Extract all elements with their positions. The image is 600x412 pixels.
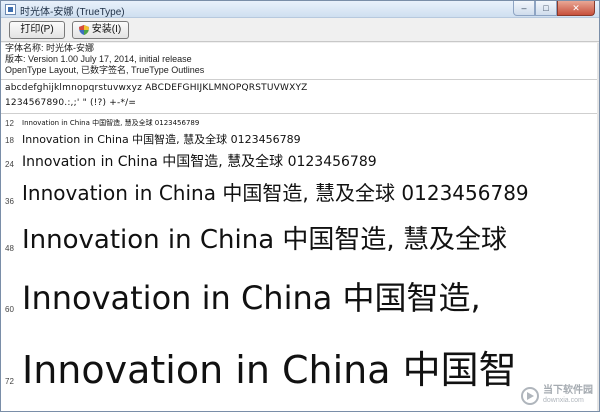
divider: [1, 79, 599, 80]
font-name-line: 字体名称: 时光体-安娜: [5, 43, 94, 53]
font-preview-area[interactable]: 字体名称: 时光体-安娜 版本: Version 1.00 July 17, 2…: [1, 43, 599, 411]
font-viewer-window: 时光体-安娜 (TrueType) – □ ✕ 打印(P) 安装(I) 字体名称…: [0, 0, 600, 412]
sample-text: Innovation in China 中国智: [22, 348, 517, 392]
sample-text: Innovation in China 中国智造, 慧及全球 012345678…: [22, 119, 200, 127]
sample-row-48: 48 Innovation in China 中国智造, 慧及全球: [1, 219, 599, 263]
watermark-url: downxia.com: [543, 397, 584, 404]
watermark-text: 当下软件园: [543, 385, 593, 396]
sample-row-60: 60 Innovation in China 中国智造,: [1, 273, 599, 327]
divider: [1, 113, 599, 114]
sample-row-24: 24 Innovation in China 中国智造, 慧及全球 012345…: [1, 151, 599, 175]
sample-text: Innovation in China 中国智造, 慧及全球 012345678…: [22, 154, 377, 170]
sample-size-label: 48: [5, 244, 14, 253]
close-button[interactable]: ✕: [557, 1, 595, 16]
font-file-icon: [5, 4, 16, 15]
uac-shield-icon: [79, 25, 89, 35]
sample-text: Innovation in China 中国智造, 慧及全球 012345678…: [22, 133, 301, 146]
window-title: 时光体-安娜 (TrueType): [20, 7, 125, 18]
install-button[interactable]: 安装(I): [72, 21, 129, 39]
title-bar[interactable]: 时光体-安娜 (TrueType) – □ ✕: [1, 1, 599, 18]
sample-size-label: 60: [5, 305, 14, 314]
window-controls: – □ ✕: [513, 1, 595, 18]
watermark-logo-icon: [521, 387, 539, 405]
sample-row-36: 36 Innovation in China 中国智造, 慧及全球 012345…: [1, 177, 599, 213]
charset-line-letters: abcdefghijklmnopqrstuvwxyz ABCDEFGHIJKLM…: [5, 83, 308, 93]
sample-text: Innovation in China 中国智造,: [22, 279, 481, 317]
watermark: 当下软件园 downxia.com: [521, 385, 593, 407]
font-version-line: 版本: Version 1.00 July 17, 2014, initial …: [5, 54, 192, 64]
toolbar: 打印(P) 安装(I): [1, 18, 599, 42]
maximize-button[interactable]: □: [535, 1, 557, 16]
install-button-label: 安装(I): [91, 24, 122, 35]
sample-text: Innovation in China 中国智造, 慧及全球 012345678…: [22, 181, 529, 205]
sample-text: Innovation in China 中国智造, 慧及全球: [22, 225, 507, 255]
font-info: 字体名称: 时光体-安娜 版本: Version 1.00 July 17, 2…: [5, 43, 204, 76]
print-button[interactable]: 打印(P): [9, 21, 65, 39]
sample-size-label: 72: [5, 377, 14, 386]
sample-size-label: 12: [5, 119, 14, 128]
scrollbar-track[interactable]: [597, 43, 599, 411]
font-features-line: OpenType Layout, 已数字签名, TrueType Outline…: [5, 65, 205, 75]
sample-size-label: 24: [5, 160, 14, 169]
minimize-button[interactable]: –: [513, 1, 535, 16]
sample-row-12: 12 Innovation in China 中国智造, 慧及全球 012345…: [1, 117, 599, 129]
sample-size-label: 18: [5, 136, 14, 145]
sample-row-18: 18 Innovation in China 中国智造, 慧及全球 012345…: [1, 131, 599, 149]
charset-line-symbols: 1234567890.:,;' " (!?) +-*/=: [5, 98, 137, 108]
sample-row-72: 72 Innovation in China 中国智: [1, 339, 599, 403]
sample-size-label: 36: [5, 197, 14, 206]
